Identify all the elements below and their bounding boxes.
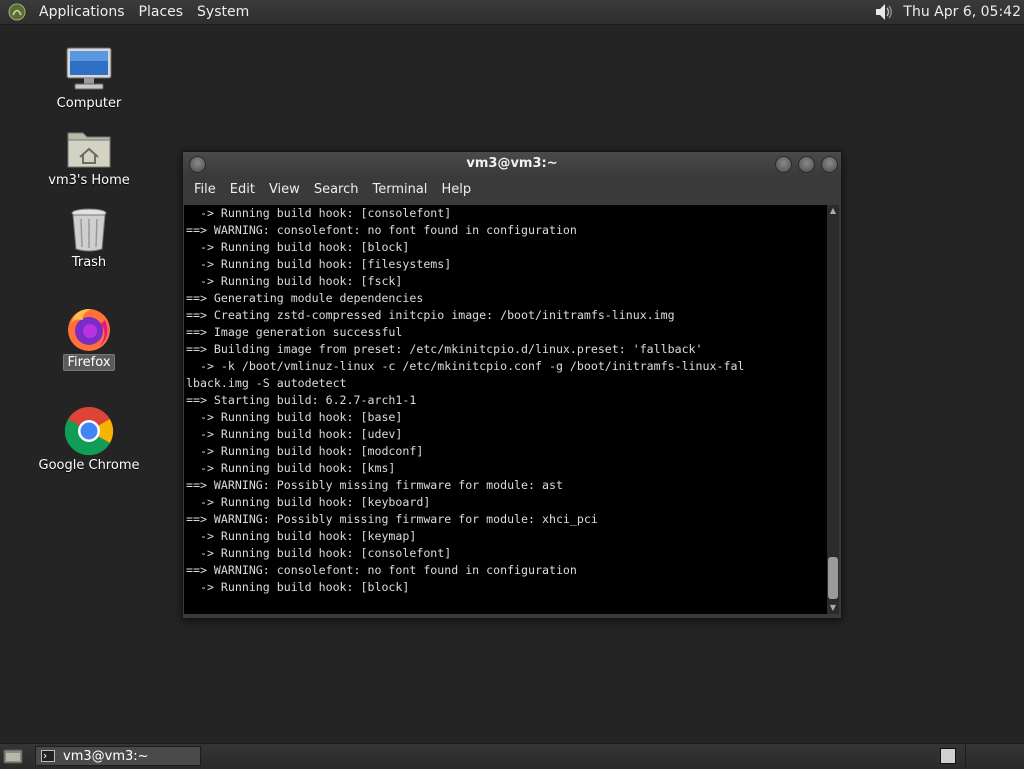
terminal-line: ==> Building image from preset: /etc/mki… — [186, 342, 703, 356]
window-menu-icon[interactable] — [189, 156, 206, 173]
terminal-line: ==> WARNING: consolefont: no font found … — [186, 223, 577, 237]
menu-edit[interactable]: Edit — [223, 176, 262, 204]
workspace-switcher-1[interactable] — [940, 748, 956, 764]
desktop-icon-chrome[interactable]: Google Chrome — [29, 406, 149, 473]
desktop-icon-label: Firefox — [63, 354, 115, 371]
desktop-icon-label: Google Chrome — [38, 458, 140, 473]
desktop-icon-firefox[interactable]: Firefox — [29, 306, 149, 371]
terminal-line: -> Running build hook: [consolefont] — [186, 546, 452, 560]
terminal-line: -> Running build hook: [consolefont] — [186, 206, 452, 220]
desktop-icon-computer[interactable]: Computer — [29, 46, 149, 111]
terminal-line: ==> Creating zstd-compressed initcpio im… — [186, 308, 675, 322]
chrome-icon — [64, 406, 114, 456]
applications-menu[interactable]: Applications — [32, 0, 132, 24]
places-menu[interactable]: Places — [132, 0, 191, 24]
terminal-line: ==> Starting build: 6.2.7-arch1-1 — [186, 393, 417, 407]
terminal-line: -> Running build hook: [kms] — [186, 461, 396, 475]
terminal-menubar: File Edit View Search Terminal Help — [183, 176, 841, 204]
terminal-line: -> Running build hook: [fsck] — [186, 274, 403, 288]
minimize-button[interactable] — [775, 156, 792, 173]
firefox-icon — [68, 308, 110, 351]
menu-file[interactable]: File — [187, 176, 223, 204]
terminal-line: -> Running build hook: [udev] — [186, 427, 403, 441]
desktop-icon-label: vm3's Home — [48, 173, 130, 188]
desktop-icon-label: Trash — [71, 255, 107, 270]
terminal-text: -> Running build hook: [consolefont] ==> … — [184, 205, 827, 596]
trash-icon — [71, 208, 107, 252]
scroll-up-icon[interactable]: ▲ — [827, 205, 839, 217]
terminal-window[interactable]: vm3@vm3:~ File Edit View Search Terminal… — [182, 151, 842, 619]
terminal-line: ==> WARNING: Possibly missing firmware f… — [186, 512, 598, 526]
menu-search[interactable]: Search — [307, 176, 366, 204]
terminal-line: -> Running build hook: [block] — [186, 580, 410, 594]
terminal-icon — [41, 750, 55, 762]
terminal-line: -> Running build hook: [keymap] — [186, 529, 417, 543]
scroll-down-icon[interactable]: ▼ — [827, 602, 839, 614]
terminal-line: ==> Generating module dependencies — [186, 291, 424, 305]
top-panel: Applications Places System Thu Apr 6, 05… — [0, 0, 1024, 25]
terminal-line: -> Running build hook: [modconf] — [186, 444, 424, 458]
window-title: vm3@vm3:~ — [466, 156, 558, 171]
computer-icon — [66, 47, 112, 90]
taskbar-item-terminal[interactable]: vm3@vm3:~ — [35, 746, 201, 766]
clock[interactable]: Thu Apr 6, 05:42 — [903, 4, 1024, 20]
system-menu[interactable]: System — [190, 0, 256, 24]
volume-icon[interactable] — [873, 1, 895, 23]
maximize-button[interactable] — [798, 156, 815, 173]
menu-terminal[interactable]: Terminal — [365, 176, 434, 204]
close-button[interactable] — [821, 156, 838, 173]
terminal-line: lback.img -S autodetect — [186, 376, 347, 390]
terminal-line: ==> WARNING: Possibly missing firmware f… — [186, 478, 563, 492]
desktop-icon-home[interactable]: vm3's Home — [29, 127, 149, 188]
bottom-panel: vm3@vm3:~ — [0, 743, 1024, 769]
show-desktop-icon[interactable] — [3, 748, 23, 764]
workspace-switcher-2[interactable] — [965, 744, 993, 769]
terminal-titlebar[interactable]: vm3@vm3:~ — [183, 152, 841, 176]
terminal-scrollbar[interactable]: ▲ ▼ — [827, 205, 839, 614]
scrollbar-thumb[interactable] — [828, 557, 838, 599]
home-folder-icon — [67, 132, 111, 168]
terminal-line: -> Running build hook: [keyboard] — [186, 495, 431, 509]
menu-help[interactable]: Help — [434, 176, 478, 204]
terminal-line: -> Running build hook: [base] — [186, 410, 403, 424]
terminal-line: -> Running build hook: [block] — [186, 240, 410, 254]
terminal-line: -> Running build hook: [filesystems] — [186, 257, 452, 271]
taskbar-item-label: vm3@vm3:~ — [63, 748, 149, 764]
terminal-line: ==> Image generation successful — [186, 325, 403, 339]
terminal-line: -> -k /boot/vmlinuz-linux -c /etc/mkinit… — [186, 359, 745, 373]
terminal-output[interactable]: -> Running build hook: [consolefont] ==> … — [184, 205, 827, 614]
distro-logo-icon[interactable] — [8, 3, 26, 21]
desktop-icon-trash[interactable]: Trash — [29, 207, 149, 270]
desktop-icon-label: Computer — [56, 96, 122, 111]
menu-view[interactable]: View — [262, 176, 307, 204]
terminal-line: ==> WARNING: consolefont: no font found … — [186, 563, 577, 577]
